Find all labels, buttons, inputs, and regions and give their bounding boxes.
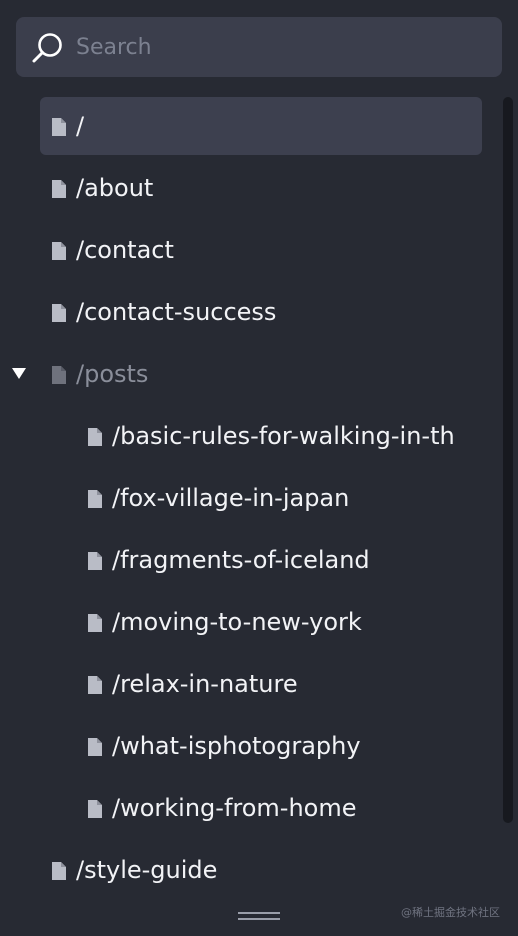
page-icon xyxy=(88,800,102,818)
page-icon xyxy=(88,490,102,508)
caret-down-icon[interactable] xyxy=(12,368,26,380)
tree-item-label: /style-guide xyxy=(76,856,218,884)
tree-item-label: /what-isphotography xyxy=(112,732,361,760)
page-icon xyxy=(52,304,66,322)
watermark: @稀土掘金技术社区 xyxy=(401,906,500,919)
tree-item-label: /posts xyxy=(76,360,149,388)
tree-item-label: /contact-success xyxy=(76,298,277,326)
tree-scrollbar[interactable] xyxy=(503,97,513,823)
tree-item-fox-village[interactable]: /fox-village-in-japan xyxy=(76,469,482,527)
page-icon xyxy=(52,366,66,384)
tree-item-label: /relax-in-nature xyxy=(112,670,298,698)
tree-item-moving-to-new-york[interactable]: /moving-to-new-york xyxy=(76,593,482,651)
tree-item-root[interactable]: / xyxy=(40,97,482,155)
tree-item-label: /fox-village-in-japan xyxy=(112,484,350,512)
tree-item-what-isphotography[interactable]: /what-isphotography xyxy=(76,717,482,775)
tree-item-contact-success[interactable]: /contact-success xyxy=(40,283,482,341)
resize-handle[interactable] xyxy=(238,910,280,922)
tree-item-label: /about xyxy=(76,174,154,202)
page-icon xyxy=(88,428,102,446)
page-icon xyxy=(88,676,102,694)
tree-item-about[interactable]: /about xyxy=(40,159,482,217)
tree-item-posts[interactable]: /posts xyxy=(12,345,482,403)
page-tree-panel: / /about /contact /contact-success xyxy=(0,0,518,936)
page-icon xyxy=(88,614,102,632)
tree-item-basic-rules[interactable]: /basic-rules-for-walking-in-th xyxy=(76,407,482,465)
page-icon xyxy=(52,862,66,880)
tree-item-working-from-home[interactable]: /working-from-home xyxy=(76,779,482,837)
tree-item-label: /working-from-home xyxy=(112,794,357,822)
page-tree: / /about /contact /contact-success /post… xyxy=(0,97,518,897)
tree-item-label: / xyxy=(76,112,85,140)
search-input[interactable] xyxy=(76,17,486,77)
tree-item-contact[interactable]: /contact xyxy=(40,221,482,279)
tree-item-fragments-of-iceland[interactable]: /fragments-of-iceland xyxy=(76,531,482,589)
page-icon xyxy=(88,738,102,756)
page-icon xyxy=(52,180,66,198)
search-icon xyxy=(32,33,62,63)
search-box[interactable] xyxy=(16,17,502,77)
page-icon xyxy=(52,118,66,136)
page-icon xyxy=(52,242,66,260)
page-icon xyxy=(88,552,102,570)
tree-item-relax-in-nature[interactable]: /relax-in-nature xyxy=(76,655,482,713)
tree-item-label: /basic-rules-for-walking-in-th xyxy=(112,422,455,450)
tree-item-style-guide[interactable]: /style-guide xyxy=(40,841,482,897)
tree-item-label: /moving-to-new-york xyxy=(112,608,362,636)
tree-item-label: /fragments-of-iceland xyxy=(112,546,370,574)
tree-item-label: /contact xyxy=(76,236,174,264)
